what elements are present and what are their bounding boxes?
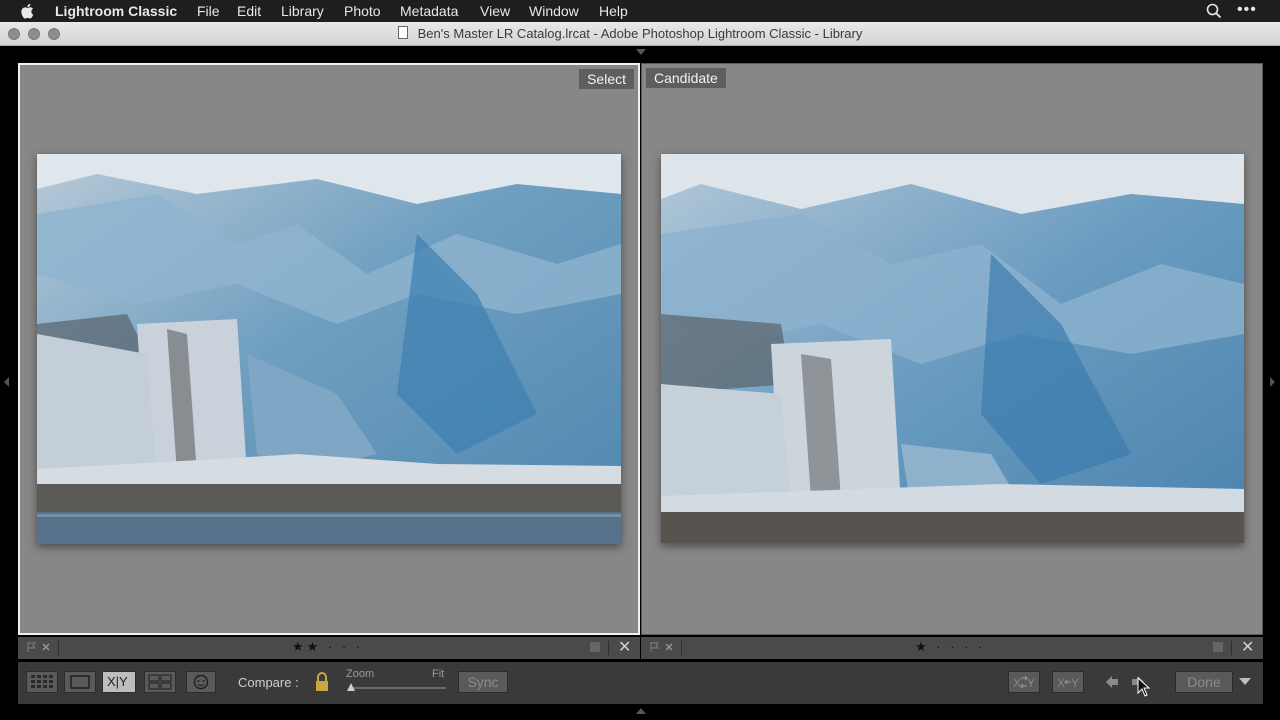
color-label-icon[interactable] — [1213, 642, 1223, 652]
reject-flag-icon[interactable] — [41, 642, 51, 652]
grid-view-icon — [31, 675, 53, 688]
sync-button[interactable]: Sync — [458, 671, 508, 693]
apple-icon[interactable] — [19, 2, 37, 20]
window-title-bar: Ben's Master LR Catalog.lrcat - Adobe Ph… — [0, 22, 1280, 46]
compare-view-icon: X|Y — [107, 674, 128, 689]
menu-bar: Lightroom Classic File Edit Library Phot… — [0, 0, 1280, 22]
menu-app-name[interactable]: Lightroom Classic — [55, 3, 177, 19]
mouse-cursor-icon — [1137, 677, 1151, 697]
flag-icon[interactable] — [27, 642, 37, 652]
info-separator — [681, 641, 682, 655]
toolbar-menu-icon[interactable] — [1239, 678, 1251, 686]
info-separator — [1231, 641, 1232, 655]
people-view-icon — [193, 674, 209, 690]
candidate-badge: Candidate — [646, 68, 726, 88]
zoom-label: Zoom — [346, 668, 375, 680]
more-icon[interactable]: ••• — [1237, 2, 1257, 18]
lock-icon[interactable] — [314, 671, 330, 693]
select-info-bar: ★★ · · · ✕ — [18, 637, 640, 659]
menu-metadata[interactable]: Metadata — [400, 3, 458, 19]
loupe-view-button[interactable] — [64, 671, 96, 693]
top-panel-toggle-icon[interactable] — [636, 49, 646, 55]
select-badge: Select — [579, 69, 634, 89]
zoom-slider[interactable] — [350, 687, 446, 689]
compare-label: Compare : — [238, 675, 299, 690]
select-rating-stars[interactable]: ★★ · · · — [292, 639, 363, 655]
svg-text:X: X — [1057, 676, 1065, 690]
menu-library[interactable]: Library — [281, 3, 324, 19]
close-select-icon[interactable]: ✕ — [618, 637, 631, 657]
toolbar: X|Y Compare : Zoom Fit Sync XY XY Done — [18, 662, 1263, 704]
menu-view[interactable]: View — [480, 3, 510, 19]
compare-view-button[interactable]: X|Y — [102, 671, 136, 693]
reject-flag-icon[interactable] — [664, 642, 674, 652]
menu-file[interactable]: File — [197, 3, 220, 19]
menu-edit[interactable]: Edit — [237, 3, 261, 19]
candidate-panel[interactable]: Candidate — [641, 63, 1263, 635]
close-candidate-icon[interactable]: ✕ — [1241, 637, 1254, 657]
glacier-image-candidate — [661, 154, 1244, 543]
color-label-icon[interactable] — [590, 642, 600, 652]
select-panel[interactable]: Select — [18, 63, 640, 635]
svg-text:X: X — [1013, 676, 1021, 690]
done-button[interactable]: Done — [1175, 671, 1233, 693]
fit-label: Fit — [432, 668, 445, 680]
make-select-button[interactable]: XY — [1052, 671, 1084, 693]
swap-icon: XY — [1013, 675, 1035, 690]
svg-text:Y: Y — [1071, 676, 1079, 690]
make-select-icon: XY — [1057, 676, 1079, 690]
menu-window[interactable]: Window — [529, 3, 579, 19]
swap-button[interactable]: XY — [1008, 671, 1040, 693]
previous-arrow-icon[interactable] — [1104, 674, 1120, 690]
right-panel-toggle-icon[interactable] — [1270, 377, 1275, 387]
bottom-panel-toggle-icon[interactable] — [636, 708, 646, 714]
svg-text:Y: Y — [1027, 676, 1035, 690]
info-separator — [58, 641, 59, 655]
candidate-info-bar: ★ · · · · ✕ — [641, 637, 1263, 659]
zoom-slider-handle[interactable] — [347, 683, 355, 691]
loupe-view-icon — [70, 675, 90, 689]
info-separator — [608, 641, 609, 655]
left-panel-toggle-icon[interactable] — [4, 377, 9, 387]
candidate-photo[interactable] — [661, 154, 1244, 543]
survey-view-button[interactable] — [144, 671, 176, 693]
select-photo[interactable] — [37, 154, 621, 544]
search-icon[interactable] — [1206, 3, 1222, 19]
candidate-rating-stars[interactable]: ★ · · · · — [915, 639, 985, 655]
people-view-button[interactable] — [186, 671, 216, 693]
grid-view-button[interactable] — [26, 671, 58, 693]
menu-help[interactable]: Help — [599, 3, 628, 19]
survey-view-icon — [148, 674, 172, 690]
window-title: Ben's Master LR Catalog.lrcat - Adobe Ph… — [417, 26, 863, 41]
glacier-image-select — [37, 154, 621, 544]
menu-photo[interactable]: Photo — [344, 3, 381, 19]
flag-icon[interactable] — [650, 642, 660, 652]
